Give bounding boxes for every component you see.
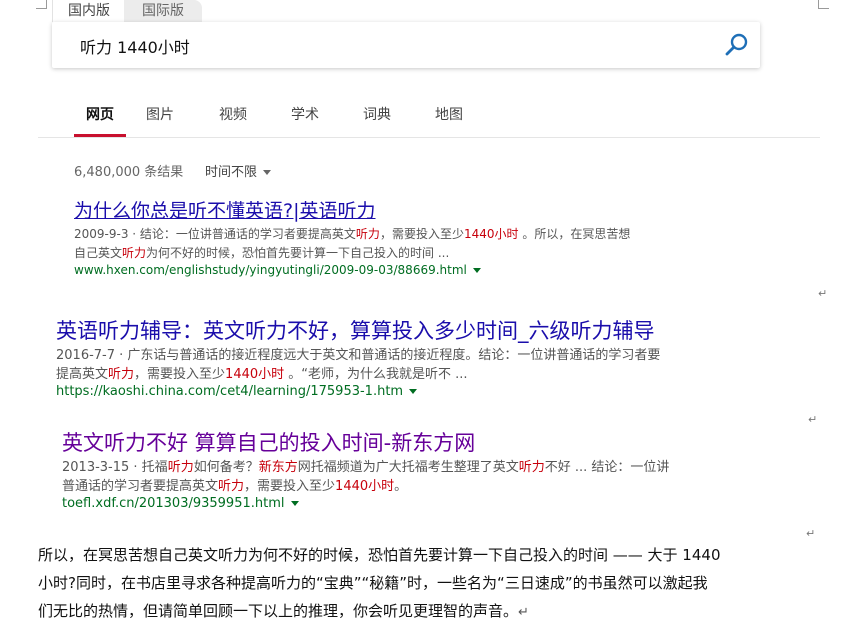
result-snippet-line: 普通话的学习者要提高英文听力，需要投入至少1440小时。 xyxy=(62,477,669,496)
scope-tab-domestic[interactable]: 国内版 xyxy=(52,0,126,22)
snippet-highlight: 听力 xyxy=(355,227,380,241)
chevron-down-icon xyxy=(263,170,272,175)
snippet-text: 。 xyxy=(394,479,408,494)
snippet-highlight: 听力 xyxy=(108,367,135,382)
search-result: 为什么你总是听不懂英语?|英语听力 2009-9-3 · 结论：一位讲普通话的学… xyxy=(74,197,630,277)
result-snippet-line: 自己英文听力为何不好的时候，恐怕首先要计算一下自己投入的时间 ... xyxy=(74,244,630,263)
snippet-text: ，需要投入至少 xyxy=(134,367,226,382)
snippet-highlight: 听力 xyxy=(218,479,245,494)
snippet-text: 网托福频道为广大托福考生整理了英文 xyxy=(297,460,519,475)
snippet-text: 。“老师，为什么我就是听不 ... xyxy=(284,367,468,382)
paragraph-line: 所以，在冥思苦想自己英文听力为何不好的时候，恐怕首先要计算一下自己投入的时间 —… xyxy=(38,546,721,564)
result-url-text: https://kaoshi.china.com/cet4/learning/1… xyxy=(56,384,404,399)
tab-dictionary[interactable]: 词典 xyxy=(363,104,391,137)
snippet-highlight: 1440小时 xyxy=(335,479,395,494)
search-result: 英文听力不好 算算自己的投入时间-新东方网 2013-3-15 · 托福听力如何… xyxy=(62,428,669,511)
result-url[interactable]: toefl.xdf.cn/201303/9359951.html xyxy=(62,496,669,511)
result-snippet-line: 2013-3-15 · 托福听力如何备考？新东方网托福频道为广大托福考生整理了英… xyxy=(62,458,669,477)
paragraph-line-text: 们无比的热情，但请简单回顾一下以上的推理，你会听见更理智的声音。 xyxy=(38,602,519,620)
paragraph-end-mark: ↵ xyxy=(518,605,529,620)
chevron-down-icon[interactable] xyxy=(472,268,481,273)
tab-videos[interactable]: 视频 xyxy=(219,104,247,137)
snippet-text: 自己英文 xyxy=(74,246,123,260)
page-corner-mark-left xyxy=(36,0,47,9)
chevron-down-icon[interactable] xyxy=(290,501,299,506)
result-count: 6,480,000 条结果 xyxy=(74,165,184,180)
snippet-highlight: 新东方 xyxy=(258,460,298,475)
snippet-highlight: 听力 xyxy=(518,460,545,475)
result-url-text: toefl.xdf.cn/201303/9359951.html xyxy=(62,496,285,511)
result-snippet-line: 提高英文听力，需要投入至少1440小时 。“老师，为什么我就是听不 ... xyxy=(56,365,660,384)
snippet-text: 2009-9-3 · 结论：一位讲普通话的学习者要提高英文 xyxy=(74,227,356,241)
snippet-text: 2016-7-7 · 广东话与普通话的接近程度远大于英文和普通话的接近程度。结论… xyxy=(56,348,661,363)
paragraph-mark: ↵ xyxy=(806,527,816,540)
snippet-highlight: 1440小时 xyxy=(463,227,519,241)
result-snippet-line: 2016-7-7 · 广东话与普通话的接近程度远大于英文和普通话的接近程度。结论… xyxy=(56,346,660,365)
chevron-down-icon[interactable] xyxy=(409,389,418,394)
paragraph-mark: ↵ xyxy=(808,413,818,426)
scope-tab-international[interactable]: 国际版 xyxy=(124,0,202,22)
document-paragraph: 所以，在冥思苦想自己英文听力为何不好的时候，恐怕首先要计算一下自己投入的时间 —… xyxy=(38,541,828,627)
snippet-text: 2013-3-15 · 托福 xyxy=(62,460,168,475)
snippet-highlight: 听力 xyxy=(167,460,194,475)
snippet-text: ，需要投入至少 xyxy=(244,479,336,494)
result-title-link[interactable]: 英文听力不好 算算自己的投入时间-新东方网 xyxy=(62,428,669,458)
search-input[interactable] xyxy=(80,35,680,57)
snippet-text: 为何不好的时候，恐怕首先要计算一下自己投入的时间 ... xyxy=(146,246,450,260)
result-title-link[interactable]: 为什么你总是听不懂英语?|英语听力 xyxy=(74,197,630,225)
paragraph-line: 们无比的热情，但请简单回顾一下以上的推理，你会听见更理智的声音。↵ xyxy=(38,597,828,627)
snippet-highlight: 1440小时 xyxy=(225,367,285,382)
snippet-highlight: 听力 xyxy=(122,246,147,260)
result-url[interactable]: www.hxen.com/englishstudy/yingyutingli/2… xyxy=(74,263,630,277)
page-corner-mark-right xyxy=(818,0,829,9)
paragraph-mark: ↵ xyxy=(818,287,828,300)
snippet-text: 。所以，在冥思苦想 xyxy=(518,227,631,241)
time-filter-label: 时间不限 xyxy=(205,165,258,180)
search-button[interactable] xyxy=(724,32,750,58)
snippet-text: ，需要投入至少 xyxy=(379,227,464,241)
tab-academic[interactable]: 学术 xyxy=(291,104,319,137)
tab-maps[interactable]: 地图 xyxy=(435,104,463,137)
snippet-text: 普通话的学习者要提高英文 xyxy=(62,479,219,494)
result-title-link[interactable]: 英语听力辅导：英文听力不好，算算投入多少时间_六级听力辅导 xyxy=(56,316,660,346)
search-icon xyxy=(725,33,748,56)
tab-images[interactable]: 图片 xyxy=(146,104,174,137)
snippet-text: 不好 ... 结论：一位讲 xyxy=(544,460,670,475)
snippet-text: 如何备考？ xyxy=(193,460,259,475)
result-url-text: www.hxen.com/englishstudy/yingyutingli/2… xyxy=(74,263,467,277)
search-nav: 网页 图片 视频 学术 词典 地图 xyxy=(38,96,820,138)
tab-web[interactable]: 网页 xyxy=(74,104,126,137)
paragraph-line: 小时?同时，在书店里寻求各种提高听力的“宝典”“秘籍”时，一些名为“三日速成”的… xyxy=(38,574,708,592)
time-filter-dropdown[interactable]: 时间不限 xyxy=(205,161,272,180)
search-result: 英语听力辅导：英文听力不好，算算投入多少时间_六级听力辅导 2016-7-7 ·… xyxy=(56,316,660,399)
search-box xyxy=(52,22,760,68)
snippet-text: 提高英文 xyxy=(56,367,109,382)
result-url[interactable]: https://kaoshi.china.com/cet4/learning/1… xyxy=(56,384,660,399)
result-snippet-line: 2009-9-3 · 结论：一位讲普通话的学习者要提高英文听力，需要投入至少14… xyxy=(74,225,630,244)
